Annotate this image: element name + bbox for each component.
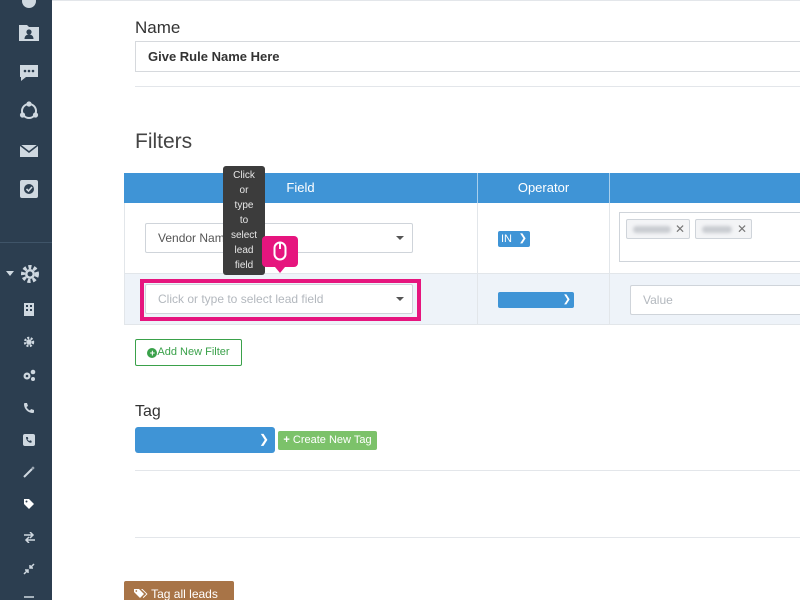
remove-icon[interactable]: ✕ (675, 222, 685, 236)
chat-bubble-icon[interactable] (18, 62, 40, 84)
value-tag-text (702, 226, 732, 233)
top-border (52, 0, 800, 1)
mouse-icon (273, 241, 287, 261)
envelope-icon[interactable] (18, 140, 40, 162)
building-icon[interactable] (22, 302, 36, 316)
partial-top-icon[interactable] (18, 0, 40, 12)
exchange-icon[interactable] (22, 530, 36, 544)
value-input[interactable]: Value (630, 285, 800, 315)
name-label: Name (135, 18, 181, 37)
plus-icon: + (283, 434, 290, 446)
value-tag-chip[interactable]: ✕ (626, 219, 690, 239)
chevron-down-icon (396, 236, 404, 240)
tag-label: Tag (135, 403, 161, 420)
value-tag-chip[interactable]: ✕ (695, 219, 752, 239)
column-separator (609, 203, 610, 325)
phone-square-icon[interactable] (22, 433, 36, 447)
add-new-filter-label: Add New Filter (157, 346, 230, 358)
gears-icon[interactable] (22, 368, 36, 382)
phone-icon[interactable] (22, 401, 36, 415)
clipboard-check-icon[interactable] (18, 178, 40, 200)
value-tags-input[interactable]: ✕ ✕ (619, 212, 800, 262)
tooltip-text: lead (234, 245, 254, 256)
app-window: Name Give Rule Name Here Filters Field O… (0, 0, 800, 600)
divider (135, 86, 800, 87)
rule-name-input[interactable]: Give Rule Name Here (135, 41, 800, 72)
main-content: Name Give Rule Name Here Filters Field O… (52, 0, 800, 600)
filters-label: Filters (135, 130, 193, 153)
chevron-down-icon: ❯ (518, 233, 527, 244)
divider (135, 537, 800, 538)
mouse-click-indicator (262, 236, 298, 273)
tag-all-leads-label: Tag all leads (151, 587, 218, 600)
header-operator: Operator (517, 180, 570, 195)
operator-select[interactable]: IN ❯ (498, 231, 530, 247)
tooltip-text: to (239, 215, 249, 226)
value-tag-text (633, 226, 671, 233)
tags-icon (134, 587, 151, 600)
compress-icon[interactable] (22, 562, 36, 576)
add-new-filter-button[interactable]: + Add New Filter (135, 339, 242, 366)
tooltip-text: type (234, 200, 254, 211)
tooltip-text: or (239, 185, 249, 196)
remove-icon[interactable]: ✕ (737, 222, 747, 236)
highlight-box (140, 279, 421, 321)
table-border (124, 203, 125, 325)
tag-select[interactable]: ❯ (135, 427, 275, 453)
header-field: Field (286, 180, 315, 195)
sidebar (0, 0, 52, 600)
column-separator (477, 203, 478, 325)
create-new-tag-label: Create New Tag (292, 434, 372, 446)
create-new-tag-button[interactable]: + Create New Tag (278, 431, 377, 450)
chevron-down-icon: ❯ (258, 432, 269, 446)
network-share-icon[interactable] (18, 100, 40, 122)
operator-value: IN (501, 233, 512, 245)
sidebar-divider (0, 242, 52, 243)
chevron-down-icon: ❯ (562, 294, 571, 305)
plus-circle-icon: + (147, 348, 158, 358)
gear-icon[interactable] (18, 262, 42, 286)
caret-down-icon[interactable] (5, 269, 15, 279)
tag-icon[interactable] (22, 497, 36, 511)
tag-all-leads-button[interactable]: Tag all leads (124, 581, 234, 600)
contacts-folder-icon[interactable] (18, 21, 40, 43)
tooltip-text: field (234, 260, 254, 271)
header-value (610, 173, 800, 203)
tooltip-text: select (230, 230, 258, 241)
gear-small-icon[interactable] (22, 335, 36, 349)
operator-select[interactable]: ❯ (498, 292, 574, 308)
magic-wand-icon[interactable] (22, 465, 36, 479)
divider (135, 470, 800, 471)
partial-bottom-icon[interactable] (22, 592, 36, 600)
tooltip: Click or type to select lead field (223, 166, 265, 275)
tooltip-text: Click (233, 170, 255, 181)
field-select-value: Vendor Nam (158, 231, 225, 245)
